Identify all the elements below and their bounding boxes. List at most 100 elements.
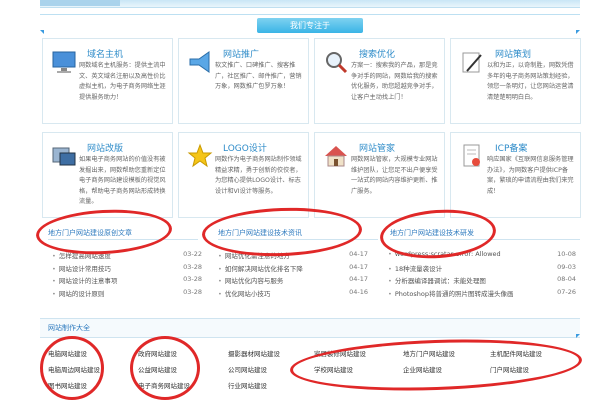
article-list-original: • 怎样提高网站速度 03-22 • 网站设计常用技巧 03-28 • 网站设计的注意事项… [52, 250, 202, 300]
service-card[interactable]: 网站改版 如果电子商务网站的价值没有被发掘出来，网数帮助您重新定位电子商务网站建… [42, 132, 173, 218]
section-header-news[interactable]: 地方门户网站建设技术资讯 [218, 226, 378, 240]
document-icon [463, 144, 480, 167]
category-link[interactable]: 地方门户网站建设 [403, 348, 455, 358]
bullet-icon: • [388, 264, 392, 273]
service-title[interactable]: 网站改版 [87, 141, 123, 154]
list-item[interactable]: • wordpress:scratar error: Allowed 10-08 [388, 250, 576, 263]
service-card[interactable]: 域名主机 网数域名主机服务：提供主流中文、英文域名注册以及高性价比虚拟主机，为电… [42, 38, 173, 124]
service-card[interactable]: LOGO设计 网数作为电子商务网站制作领域精益求精，勇于创新的佼佼者，为您精心提… [178, 132, 309, 218]
category-link[interactable]: 电子商务网站建设 [138, 380, 190, 390]
list-item[interactable]: • 优化网站小技巧 04-16 [218, 288, 368, 301]
corner-decoration [576, 334, 580, 338]
section-title[interactable]: 地方门户网站建设原创文章 [48, 229, 132, 237]
article-link[interactable]: 网站设计常用技巧 [59, 265, 111, 273]
bullet-icon: • [218, 289, 222, 298]
list-item[interactable]: • Photoshop将普通的照片图转成漫头像画 07-26 [388, 288, 576, 301]
article-date: 09-03 [557, 262, 576, 271]
service-desc: 网数域名主机服务：提供主流中文、英文域名注册以及高性价比虚拟主机，为电子商务网络… [79, 62, 166, 101]
bullet-icon: • [388, 289, 392, 298]
article-link[interactable]: 怎样提高网站速度 [59, 252, 111, 260]
article-link[interactable]: 优化网站小技巧 [225, 290, 271, 298]
service-card[interactable]: 网站推广 软文推广、口碑推广、搜客推广，社区推广、邮件推广，营销万象，网数推广包… [178, 38, 309, 124]
category-link[interactable]: 行业网站建设 [228, 380, 267, 390]
service-desc: 响应国家《互联网信息服务管理办法》，为网数客户提供ICP备案，繁琐的申请流程由我… [487, 156, 574, 195]
section-title[interactable]: 地方门户网站建设技术研发 [390, 229, 474, 237]
category-bar: 网站制作大全 [40, 318, 580, 338]
article-date: 04-17 [349, 275, 368, 283]
service-card[interactable]: ICP备案 响应国家《互联网信息服务管理办法》，为网数客户提供ICP备案，繁琐的… [450, 132, 581, 218]
service-card[interactable]: 搜索优化 方案一：搜索我的产品，那是竞争对手的网站，网数给我的搜索优化服务，助您… [314, 38, 445, 124]
service-card[interactable]: 网站管家 网数网站管家，大规模专业网站维护团队，让您足不出户便享受一站式的网站内… [314, 132, 445, 218]
corner-decoration [576, 30, 580, 34]
article-date: 03-22 [183, 250, 202, 258]
list-item[interactable]: • 网站优化需注意的地方 04-17 [218, 250, 368, 263]
category-link[interactable]: 电脑周边网站建设 [48, 364, 100, 374]
service-desc: 网数作为电子商务网站制作领域精益求精，勇于创新的佼佼者，为您精心提供LOGO设计… [215, 156, 302, 195]
category-link[interactable]: 政府网站建设 [138, 348, 177, 358]
category-link[interactable]: 主机配件网站建设 [490, 348, 542, 358]
service-title[interactable]: 网站推广 [223, 47, 259, 60]
service-title[interactable]: ICP备案 [495, 141, 527, 154]
section-header-dev[interactable]: 地方门户网站建设技术研发 [390, 226, 580, 240]
article-date: 08-04 [557, 275, 576, 283]
category-link[interactable]: 电脑网站建设 [48, 348, 87, 358]
megaphone-icon [189, 51, 210, 73]
service-title[interactable]: 域名主机 [87, 47, 123, 60]
service-title[interactable]: LOGO设计 [223, 141, 267, 154]
service-desc: 网数网站管家，大规模专业网站维护团队，让您足不出户便享受一站式的网站内容维护更新… [351, 156, 438, 195]
list-item[interactable]: • 18种流量袭设计 09-03 [388, 263, 576, 276]
article-date: 10-08 [557, 250, 576, 258]
section-header-original[interactable]: 地方门户网站建设原创文章 [48, 226, 198, 240]
category-link[interactable]: 学校网站建设 [314, 364, 353, 374]
category-link[interactable]: 公益网站建设 [138, 364, 177, 374]
section-title[interactable]: 地方门户网站建设技术资讯 [218, 229, 302, 237]
article-link[interactable]: 网站优化需注意的地方 [225, 252, 290, 260]
article-date: 07-26 [557, 287, 576, 296]
monitor-icon [52, 51, 76, 73]
category-link[interactable]: 企业网站建设 [403, 364, 442, 374]
article-link[interactable]: 18种流量袭设计 [395, 265, 442, 273]
bullet-icon: • [218, 277, 222, 285]
service-desc: 以和为正，以奇制胜，网数凭借多年的电子商务网站策划经验，领您一条明灯，让您网站运… [487, 62, 574, 101]
list-item[interactable]: • 如何解决网站优化排名下降 04-17 [218, 263, 368, 276]
article-list-dev: • wordpress:scratar error: Allowed 10-08 •… [388, 250, 576, 300]
list-item[interactable]: • 分析器编译器调试：未能处理图 08-04 [388, 275, 576, 288]
corner-decoration [40, 30, 44, 34]
category-link[interactable]: 门户网站建设 [490, 364, 529, 374]
list-item[interactable]: • 网站的设计原则 03-28 [52, 288, 202, 301]
bullet-icon: • [52, 252, 56, 260]
article-link[interactable]: 网站优化内容与服务 [225, 277, 284, 285]
window-icon [52, 147, 76, 166]
bullet-icon: • [52, 264, 56, 273]
list-item[interactable]: • 网站设计的注意事项 03-28 [52, 275, 202, 288]
bullet-icon: • [218, 252, 222, 260]
category-link[interactable]: 家居装修网站建设 [314, 348, 366, 358]
service-title[interactable]: 网站策划 [495, 47, 531, 60]
service-title[interactable]: 网站管家 [359, 141, 395, 154]
article-link[interactable]: 如何解决网站优化排名下降 [225, 265, 303, 273]
article-link[interactable]: Photoshop将普通的照片图转成漫头像画 [395, 290, 514, 298]
category-link[interactable]: 公司网站建设 [228, 364, 267, 374]
category-title: 网站制作大全 [48, 324, 90, 332]
bullet-icon: • [388, 250, 392, 258]
article-date: 04-16 [349, 287, 368, 296]
top-nav-strip [40, 0, 580, 8]
article-date: 03-28 [183, 275, 202, 283]
bullet-icon: • [52, 289, 56, 298]
section-band: 我们专注于 [40, 14, 580, 33]
pencil-icon [462, 52, 482, 73]
service-card[interactable]: 网站策划 以和为正，以奇制胜，网数凭借多年的电子商务网站策划经验，领您一条明灯，… [450, 38, 581, 124]
category-link[interactable]: 摄影器材网站建设 [228, 348, 280, 358]
article-link[interactable]: 分析器编译器调试：未能处理图 [395, 277, 486, 285]
house-icon [325, 146, 347, 167]
list-item[interactable]: • 怎样提高网站速度 03-22 [52, 250, 202, 263]
category-link[interactable]: 图书网站建设 [48, 380, 87, 390]
top-nav-tab[interactable] [40, 0, 120, 6]
article-link[interactable]: 网站设计的注意事项 [59, 277, 118, 285]
service-title[interactable]: 搜索优化 [359, 47, 395, 60]
bullet-icon: • [388, 277, 392, 285]
list-item[interactable]: • 网站优化内容与服务 04-17 [218, 275, 368, 288]
article-link[interactable]: wordpress:scratar error: Allowed [395, 250, 501, 258]
article-link[interactable]: 网站的设计原则 [59, 290, 105, 298]
list-item[interactable]: • 网站设计常用技巧 03-28 [52, 263, 202, 276]
